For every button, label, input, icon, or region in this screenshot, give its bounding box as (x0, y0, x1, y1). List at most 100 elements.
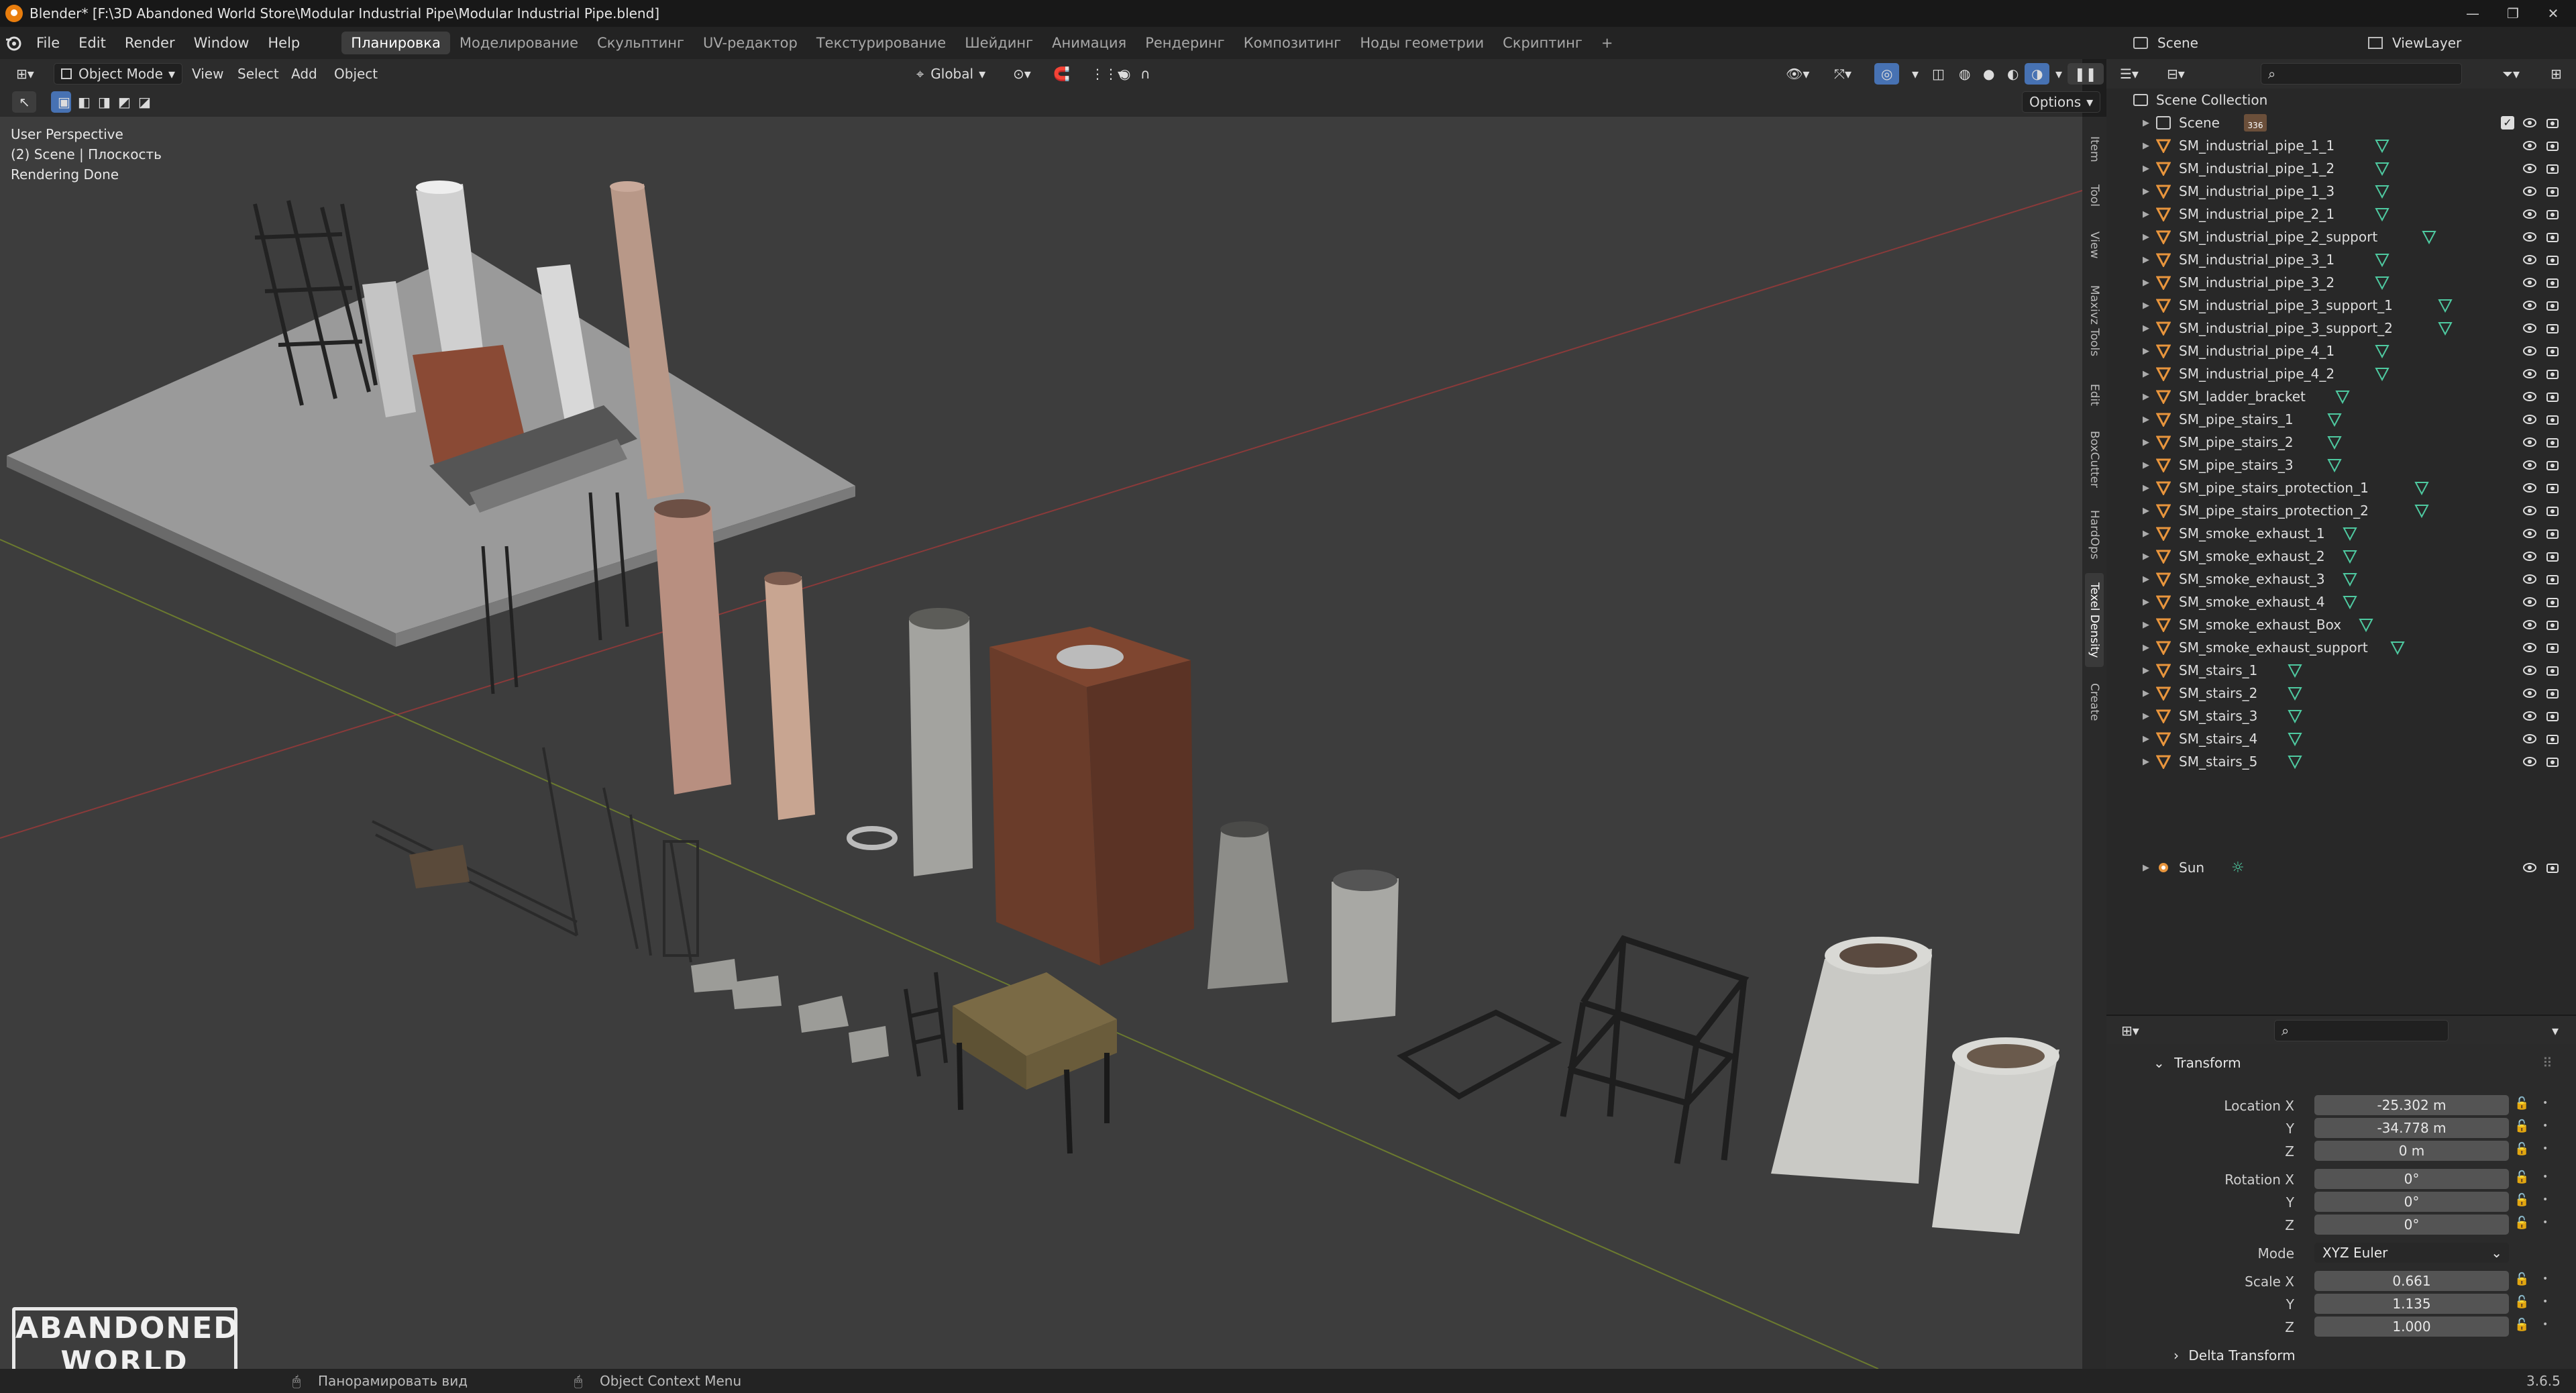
filter-icon[interactable]: ⏷▾ (2496, 63, 2526, 85)
workspace-tab-rendering[interactable]: Рендеринг (1136, 32, 1234, 54)
falloff-icon[interactable]: ∩ (1134, 63, 1157, 85)
expand-triangle-icon[interactable]: ▶ (2143, 278, 2149, 288)
snap-icon[interactable]: 🧲 (1046, 63, 1077, 85)
outliner-row[interactable]: ▶ SM_industrial_pipe_1_3 (2106, 180, 2576, 203)
pause-render-icon[interactable]: ❚❚ (2068, 63, 2104, 85)
eye-icon[interactable] (2522, 161, 2537, 176)
viewlayer-selector[interactable]: ViewLayer (2361, 32, 2468, 54)
eye-icon[interactable] (2522, 595, 2537, 609)
expand-triangle-icon[interactable]: ▶ (2143, 209, 2149, 219)
eye-icon[interactable] (2522, 526, 2537, 541)
expand-triangle-icon[interactable]: ▶ (2143, 437, 2149, 448)
workspace-tab-animation[interactable]: Анимация (1042, 32, 1136, 54)
outliner-row[interactable]: ▶ SM_industrial_pipe_3_2 (2106, 271, 2576, 294)
properties-editor-type-icon[interactable]: ⊞▾ (2114, 1020, 2146, 1041)
options-dropdown[interactable]: Options ▾ (2022, 91, 2101, 113)
lock-icon[interactable]: 🔓 (2514, 1142, 2529, 1156)
overlays-dropdown-icon[interactable]: ▾ (1905, 63, 1925, 85)
eye-icon[interactable] (2522, 435, 2537, 450)
outliner-row[interactable]: ▶ SM_stairs_5 (2106, 750, 2576, 773)
camera-icon[interactable] (2545, 686, 2560, 701)
expand-triangle-icon[interactable]: ▶ (2143, 301, 2149, 311)
eye-icon[interactable] (2522, 184, 2537, 199)
workspace-tab-uv-editing[interactable]: UV-редактор (694, 32, 807, 54)
sidebar-tab-hardops[interactable]: HardOps (2085, 505, 2104, 565)
keyframe-dot-icon[interactable]: • (2542, 1194, 2548, 1205)
select-tool-icon[interactable]: ↖ (12, 91, 36, 113)
expand-triangle-icon[interactable]: ▶ (2143, 392, 2149, 402)
select-invert-icon[interactable]: ◩ (111, 91, 131, 113)
expand-triangle-icon[interactable]: ▶ (2143, 688, 2149, 699)
close-button[interactable]: ✕ (2533, 0, 2573, 27)
eye-icon[interactable] (2522, 366, 2537, 381)
overlays-icon[interactable]: ◎ (1874, 63, 1900, 85)
wireframe-shading-icon[interactable]: ◍ (1952, 63, 1977, 85)
outliner-row[interactable]: ▶ SM_stairs_3 (2106, 705, 2576, 727)
visibility-icon[interactable]: 👁▾ (1779, 63, 1816, 85)
scene-selector[interactable]: Scene (2127, 32, 2205, 54)
eye-icon[interactable] (2522, 275, 2537, 290)
camera-icon[interactable] (2545, 458, 2560, 472)
sidebar-tab-maxivz-tools[interactable]: Maxivz Tools (2085, 275, 2104, 366)
outliner-row[interactable]: ▶ SM_smoke_exhaust_Box (2106, 613, 2576, 636)
eye-icon[interactable] (2522, 663, 2537, 678)
workspace-tab-geometry-nodes[interactable]: Ноды геометрии (1350, 32, 1493, 54)
outliner-row[interactable]: ▶ SM_smoke_exhaust_support (2106, 636, 2576, 659)
scene-row[interactable]: ▶ Scene 336 ✓ (2106, 111, 2576, 134)
menu-object[interactable]: Object (327, 63, 384, 85)
eye-icon[interactable] (2522, 412, 2537, 427)
lock-icon[interactable]: 🔓 (2514, 1318, 2529, 1332)
sidebar-tab-view[interactable]: View (2085, 223, 2104, 267)
eye-icon[interactable] (2522, 480, 2537, 495)
camera-icon[interactable] (2545, 754, 2560, 769)
expand-triangle-icon[interactable]: ▶ (2143, 643, 2149, 653)
keyframe-dot-icon[interactable]: • (2542, 1274, 2548, 1284)
eye-icon[interactable] (2522, 503, 2537, 518)
outliner-row[interactable]: ▶ SM_smoke_exhaust_2 (2106, 545, 2576, 568)
properties-options-icon[interactable]: ▾ (2545, 1020, 2565, 1041)
expand-triangle-icon[interactable]: ▶ (2143, 460, 2149, 470)
expand-triangle-icon[interactable]: ▶ (2143, 666, 2149, 676)
outliner-row[interactable]: ▶ SM_stairs_4 (2106, 727, 2576, 750)
eye-icon[interactable] (2522, 389, 2537, 404)
lock-icon[interactable]: 🔓 (2514, 1193, 2529, 1207)
keyframe-dot-icon[interactable]: • (2542, 1296, 2548, 1307)
scale-z-field[interactable]: 1.000 (2314, 1317, 2509, 1337)
camera-icon[interactable] (2545, 412, 2560, 427)
location-z-field[interactable]: 0 m (2314, 1141, 2509, 1161)
sidebar-tab-item[interactable]: Item (2085, 129, 2104, 169)
outliner-row[interactable]: ▶ SM_industrial_pipe_2_1 (2106, 203, 2576, 225)
mode-dropdown[interactable]: Object Mode ▾ (54, 63, 183, 85)
keyframe-dot-icon[interactable]: • (2542, 1098, 2548, 1108)
expand-triangle-icon[interactable]: ▶ (2143, 711, 2149, 721)
blender-menu-icon[interactable] (0, 27, 27, 59)
expand-triangle-icon[interactable]: ▶ (2143, 552, 2149, 562)
checkbox-icon[interactable]: ✓ (2501, 116, 2514, 130)
lock-icon[interactable]: 🔓 (2514, 1295, 2529, 1309)
camera-icon[interactable] (2545, 617, 2560, 632)
scale-y-field[interactable]: 1.135 (2314, 1294, 2509, 1314)
camera-icon[interactable] (2545, 207, 2560, 221)
expand-triangle-icon[interactable]: ▶ (2143, 506, 2149, 516)
outliner-row[interactable]: ▶ SM_industrial_pipe_3_1 (2106, 248, 2576, 271)
eye-icon[interactable] (2522, 321, 2537, 336)
eye-icon[interactable] (2522, 617, 2537, 632)
workspace-tab-shading[interactable]: Шейдинг (955, 32, 1042, 54)
menu-edit[interactable]: Edit (69, 27, 115, 59)
expand-triangle-icon[interactable]: ▶ (2143, 255, 2149, 265)
expand-triangle-icon[interactable]: ▶ (2143, 529, 2149, 539)
eye-icon[interactable] (2522, 115, 2537, 130)
sidebar-tab-boxcutter[interactable]: BoxCutter (2085, 423, 2104, 497)
location-x-field[interactable]: -25.302 m (2314, 1095, 2509, 1115)
delta-transform-header[interactable]: › Delta Transform (2174, 1347, 2296, 1363)
workspace-tab-compositing[interactable]: Композитинг (1234, 32, 1351, 54)
camera-icon[interactable] (2545, 640, 2560, 655)
menu-view[interactable]: View (185, 63, 230, 85)
outliner-row[interactable]: ▶ SM_industrial_pipe_1_2 (2106, 157, 2576, 180)
eye-icon[interactable] (2522, 640, 2537, 655)
outliner-row[interactable]: ▶ SM_industrial_pipe_4_1 (2106, 340, 2576, 362)
scene-collection-row[interactable]: Scene Collection (2106, 89, 2576, 111)
menu-file[interactable]: File (27, 27, 69, 59)
menu-render[interactable]: Render (115, 27, 184, 59)
expand-triangle-icon[interactable]: ▶ (2143, 620, 2149, 630)
